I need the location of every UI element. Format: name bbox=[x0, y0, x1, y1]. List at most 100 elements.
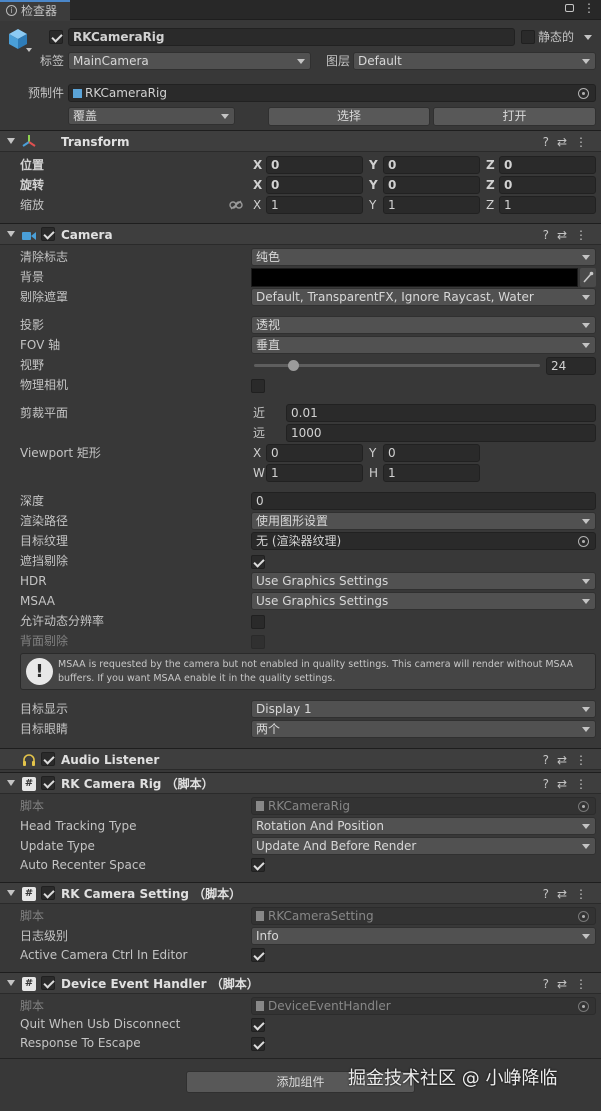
position-z-field[interactable]: 0 bbox=[499, 156, 596, 174]
foldout-arrow-icon[interactable] bbox=[7, 980, 15, 986]
device-event-handler-checkbox[interactable] bbox=[41, 976, 55, 990]
open-button[interactable]: 打开 bbox=[433, 107, 596, 126]
select-button[interactable]: 选择 bbox=[268, 107, 430, 126]
foldout-arrow-icon[interactable] bbox=[7, 231, 15, 237]
position-x-field[interactable]: 0 bbox=[266, 156, 363, 174]
foldout-arrow-icon[interactable] bbox=[7, 890, 15, 896]
context-menu-icon[interactable]: ⋮ bbox=[575, 135, 595, 149]
scale-z-label[interactable]: Z bbox=[486, 196, 494, 214]
audio-listener-header[interactable]: Audio Listener ?⇄⋮ bbox=[0, 748, 601, 770]
active-camera-ctrl-checkbox[interactable] bbox=[251, 948, 265, 962]
icon-dropdown-arrow[interactable] bbox=[26, 48, 32, 52]
prefab-field[interactable]: RKCameraRig bbox=[68, 84, 596, 102]
rk-camera-setting-header[interactable]: # RK Camera Setting （脚本） ?⇄⋮ bbox=[0, 882, 601, 904]
position-y-field[interactable]: 0 bbox=[383, 156, 480, 174]
active-checkbox[interactable] bbox=[49, 30, 63, 44]
audio-listener-checkbox[interactable] bbox=[41, 752, 55, 766]
preset-icon[interactable]: ⇄ bbox=[557, 753, 575, 767]
fov-value-field[interactable]: 24 bbox=[546, 357, 596, 375]
culling-mask-dropdown[interactable]: Default, TransparentFX, Ignore Raycast, … bbox=[251, 288, 596, 306]
eyedropper-icon[interactable] bbox=[580, 268, 596, 287]
scale-x-field[interactable]: 1 bbox=[266, 196, 363, 214]
msaa-dropdown[interactable]: Use Graphics Settings bbox=[251, 592, 596, 610]
target-eye-dropdown[interactable]: 两个 bbox=[251, 720, 596, 738]
help-icon[interactable]: ? bbox=[543, 135, 557, 149]
foldout-arrow-icon[interactable] bbox=[7, 138, 15, 144]
rk-camera-rig-header[interactable]: # RK Camera Rig （脚本） ?⇄⋮ bbox=[0, 772, 601, 794]
render-path-dropdown[interactable]: 使用图形设置 bbox=[251, 512, 596, 530]
preset-icon[interactable]: ⇄ bbox=[557, 887, 575, 901]
far-field[interactable]: 1000 bbox=[286, 424, 596, 442]
context-menu-icon[interactable]: ⋮ bbox=[575, 228, 595, 242]
object-name-field[interactable]: RKCameraRig bbox=[68, 28, 515, 46]
log-level-dropdown[interactable]: Info bbox=[251, 927, 596, 945]
rotation-y-field[interactable]: 0 bbox=[383, 176, 480, 194]
menu-dots-icon[interactable]: ⋮ bbox=[583, 1, 595, 15]
background-color-field[interactable] bbox=[251, 268, 578, 287]
rk-camera-setting-checkbox[interactable] bbox=[41, 886, 55, 900]
near-field[interactable]: 0.01 bbox=[286, 404, 596, 422]
preset-icon[interactable]: ⇄ bbox=[557, 135, 575, 149]
rotation-z-field[interactable]: 0 bbox=[499, 176, 596, 194]
static-checkbox[interactable] bbox=[521, 30, 535, 44]
object-picker-icon[interactable] bbox=[578, 536, 589, 547]
viewport-w-label[interactable]: W bbox=[253, 464, 265, 482]
scale-x-label[interactable]: X bbox=[253, 196, 261, 214]
preset-icon[interactable]: ⇄ bbox=[557, 977, 575, 991]
head-tracking-dropdown[interactable]: Rotation And Position bbox=[251, 817, 596, 835]
layer-dropdown[interactable]: Default bbox=[353, 52, 596, 70]
depth-field[interactable]: 0 bbox=[251, 492, 596, 510]
tag-dropdown[interactable]: MainCamera bbox=[68, 52, 311, 70]
target-texture-field[interactable]: 无 (渲染器纹理) bbox=[251, 532, 596, 550]
viewport-h-field[interactable]: 1 bbox=[383, 464, 480, 482]
hdr-dropdown[interactable]: Use Graphics Settings bbox=[251, 572, 596, 590]
clear-flags-dropdown[interactable]: 纯色 bbox=[251, 248, 596, 266]
projection-dropdown[interactable]: 透视 bbox=[251, 316, 596, 334]
help-icon[interactable]: ? bbox=[543, 228, 557, 242]
gameobject-cube-icon[interactable] bbox=[8, 28, 28, 50]
preset-icon[interactable]: ⇄ bbox=[557, 777, 575, 791]
context-menu-icon[interactable]: ⋮ bbox=[575, 777, 595, 791]
fov-axis-dropdown[interactable]: 垂直 bbox=[251, 336, 596, 354]
rotation-x-field[interactable]: 0 bbox=[266, 176, 363, 194]
scale-z-field[interactable]: 1 bbox=[499, 196, 596, 214]
viewport-x-field[interactable]: 0 bbox=[266, 444, 363, 462]
foldout-arrow-icon[interactable] bbox=[7, 780, 15, 786]
rotation-z-label[interactable]: Z bbox=[486, 176, 495, 194]
rotation-x-label[interactable]: X bbox=[253, 176, 262, 194]
rk-camera-rig-checkbox[interactable] bbox=[41, 776, 55, 790]
viewport-h-label[interactable]: H bbox=[369, 464, 378, 482]
rotation-y-label[interactable]: Y bbox=[369, 176, 378, 194]
quit-usb-checkbox[interactable] bbox=[251, 1018, 265, 1032]
tab-inspector[interactable]: i 检查器 bbox=[0, 0, 70, 21]
context-menu-icon[interactable]: ⋮ bbox=[575, 977, 595, 991]
occlusion-culling-checkbox[interactable] bbox=[251, 555, 265, 569]
help-icon[interactable]: ? bbox=[543, 887, 557, 901]
link-icon[interactable] bbox=[229, 199, 243, 210]
position-z-label[interactable]: Z bbox=[486, 156, 495, 174]
transform-header[interactable]: Transform ?⇄⋮ bbox=[0, 130, 601, 152]
help-icon[interactable]: ? bbox=[543, 753, 557, 767]
viewport-x-label[interactable]: X bbox=[253, 444, 261, 462]
scale-y-label[interactable]: Y bbox=[369, 196, 376, 214]
overrides-dropdown[interactable]: 覆盖 bbox=[68, 107, 235, 125]
lock-icon[interactable] bbox=[565, 4, 574, 12]
camera-enabled-checkbox[interactable] bbox=[41, 227, 55, 241]
position-x-label[interactable]: X bbox=[253, 156, 262, 174]
scale-y-field[interactable]: 1 bbox=[383, 196, 480, 214]
viewport-y-label[interactable]: Y bbox=[369, 444, 376, 462]
context-menu-icon[interactable]: ⋮ bbox=[575, 887, 595, 901]
fov-slider-handle[interactable] bbox=[288, 360, 299, 371]
object-picker-icon[interactable] bbox=[578, 88, 589, 99]
auto-recenter-checkbox[interactable] bbox=[251, 858, 265, 872]
context-menu-icon[interactable]: ⋮ bbox=[575, 753, 595, 767]
target-display-dropdown[interactable]: Display 1 bbox=[251, 700, 596, 718]
help-icon[interactable]: ? bbox=[543, 777, 557, 791]
device-event-handler-header[interactable]: # Device Event Handler （脚本） ?⇄⋮ bbox=[0, 972, 601, 994]
update-type-dropdown[interactable]: Update And Before Render bbox=[251, 837, 596, 855]
help-icon[interactable]: ? bbox=[543, 977, 557, 991]
dynamic-resolution-checkbox[interactable] bbox=[251, 615, 265, 629]
static-dropdown-arrow[interactable] bbox=[584, 35, 592, 40]
camera-header[interactable]: Camera ?⇄⋮ bbox=[0, 223, 601, 245]
preset-icon[interactable]: ⇄ bbox=[557, 228, 575, 242]
